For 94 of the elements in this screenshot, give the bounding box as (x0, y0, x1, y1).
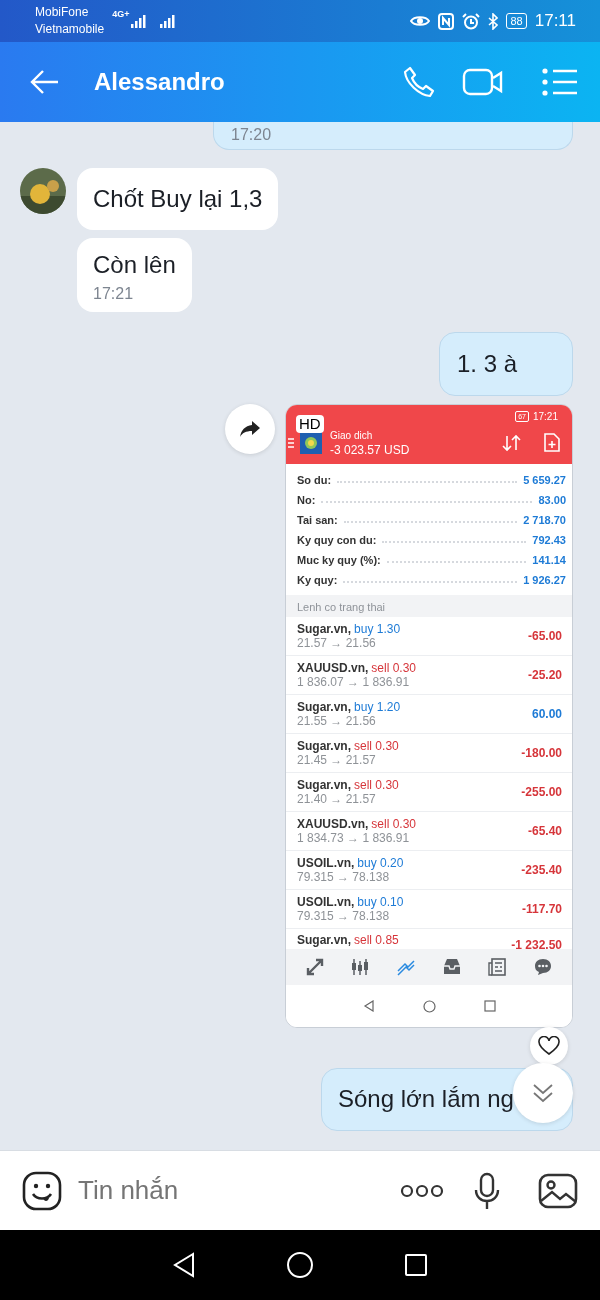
order-trade: sell 0.30 (354, 778, 399, 792)
order-symbol: Sugar.vn, (297, 622, 352, 636)
trend-chart-icon[interactable] (396, 957, 417, 977)
section-header: Lenh co trang thai (286, 595, 572, 617)
microphone-icon[interactable] (474, 1171, 500, 1210)
order-trade: buy 1.30 (354, 622, 401, 636)
order-profit: -255.00 (521, 784, 562, 801)
avatar[interactable] (20, 168, 66, 214)
message-time: 17:20 (231, 125, 273, 145)
bluetooth-icon (488, 12, 499, 30)
nfc-icon (438, 12, 455, 30)
order-profit: -117.70 (521, 901, 562, 918)
order-profit: -65.40 (527, 823, 562, 840)
order-symbol: Sugar.vn, (297, 778, 352, 792)
signal-icon (131, 14, 147, 28)
order-trade: sell 0.30 (371, 661, 417, 675)
network-type: 4G+ (112, 8, 130, 21)
order-prices: 21.40 → 21.57 (297, 792, 377, 806)
order-prices: 21.55 → 21.56 (297, 714, 377, 728)
emoji-icon[interactable] (22, 1170, 62, 1211)
battery-indicator: 88 (506, 13, 527, 29)
account-label: Ky quy: (297, 572, 338, 588)
inbox-icon[interactable] (441, 957, 462, 977)
account-label: Ky quy con du: (297, 532, 377, 548)
carrier-name: MobiFone (35, 4, 90, 21)
order-profit: 60.00 (531, 706, 562, 723)
order-trade: sell 0.85 (354, 933, 399, 947)
contact-name: Alessandro (94, 67, 225, 97)
order-symbol: XAUUSD.vn, (297, 661, 369, 675)
carrier-name: Vietnamobile (35, 21, 105, 38)
chevron-down-icon (532, 1082, 554, 1104)
app-logo-icon (300, 431, 322, 454)
order-profit: -65.00 (527, 628, 562, 645)
order-prices: 79.315 → 78.138 (297, 870, 391, 884)
order-trade: buy 0.10 (357, 895, 404, 909)
message-text: Còn lên (93, 250, 176, 280)
order-symbol: Sugar.vn, (297, 739, 352, 753)
more-options-icon[interactable] (400, 1183, 444, 1198)
message-bubble: 1. 3 à (439, 332, 573, 396)
account-label: Muc ky quy (%): (297, 552, 381, 568)
account-label: So du: (297, 472, 332, 488)
order-prices: 79.315 → 78.138 (297, 909, 391, 923)
forward-arrow-icon (239, 420, 261, 438)
account-value: 141.14 (532, 552, 566, 568)
account-value: 5 659.27 (523, 472, 566, 488)
order-symbol: Sugar.vn, (297, 700, 352, 714)
order-symbol: XAUUSD.vn, (297, 817, 369, 831)
expand-arrows-icon[interactable] (304, 957, 325, 977)
newspaper-icon[interactable] (487, 957, 508, 977)
order-trade: sell 0.30 (371, 817, 417, 831)
account-value: 83.00 (538, 492, 566, 508)
phone-icon[interactable] (402, 65, 436, 99)
like-button[interactable] (530, 1027, 568, 1065)
order-prices: 21.57 → 21.56 (297, 636, 377, 650)
order-prices: 1 834.73 → 1 836.91 (297, 831, 411, 845)
hd-badge: HD (296, 415, 324, 433)
order-trade: buy 0.20 (357, 856, 404, 870)
back-arrow-icon[interactable] (30, 69, 60, 95)
balance-amount: -3 023.57 USD (330, 443, 410, 457)
order-profit: -180.00 (521, 745, 562, 762)
chat-bubble-icon[interactable] (533, 957, 554, 977)
new-order-icon[interactable] (544, 433, 560, 452)
order-trade: sell 0.30 (354, 739, 399, 753)
order-symbol: USOIL.vn, (297, 895, 355, 909)
account-value: 2 718.70 (523, 512, 566, 528)
message-bubble: Chốt Buy lại 1,3 (77, 168, 279, 230)
share-button[interactable] (225, 404, 275, 454)
account-label: Tai san: (297, 512, 338, 528)
order-profit: -1 232.50 (511, 937, 562, 949)
account-label: No: (297, 492, 316, 508)
signal-icon (160, 14, 176, 28)
account-value: 792.43 (532, 532, 566, 548)
status-time: 17:11 (534, 10, 576, 33)
video-call-icon[interactable] (462, 67, 504, 97)
order-profit: -235.40 (521, 862, 562, 879)
chat-image-screenshot[interactable] (285, 404, 573, 1028)
order-profit: -25.20 (527, 667, 562, 684)
menu-icon[interactable] (288, 437, 294, 448)
order-symbol: USOIL.vn, (297, 856, 355, 870)
screen-title: Giao dich (330, 429, 374, 443)
alarm-icon (462, 12, 481, 30)
sort-icon[interactable] (502, 433, 522, 452)
order-prices: 1 836.07 → 1 836.91 (297, 675, 411, 689)
candlestick-icon[interactable] (350, 957, 371, 977)
eye-icon (410, 14, 431, 28)
order-trade: buy 1.20 (354, 700, 401, 714)
status-time: 17:21 (532, 409, 558, 424)
gallery-icon[interactable] (538, 1172, 578, 1209)
account-value: 1 926.27 (523, 572, 566, 588)
order-symbol: Sugar.vn, (297, 933, 352, 947)
back-triangle-icon[interactable] (172, 1252, 196, 1278)
heart-icon (538, 1036, 560, 1056)
message-time: 17:21 (93, 284, 135, 304)
order-prices: 21.45 → 21.57 (297, 753, 377, 767)
